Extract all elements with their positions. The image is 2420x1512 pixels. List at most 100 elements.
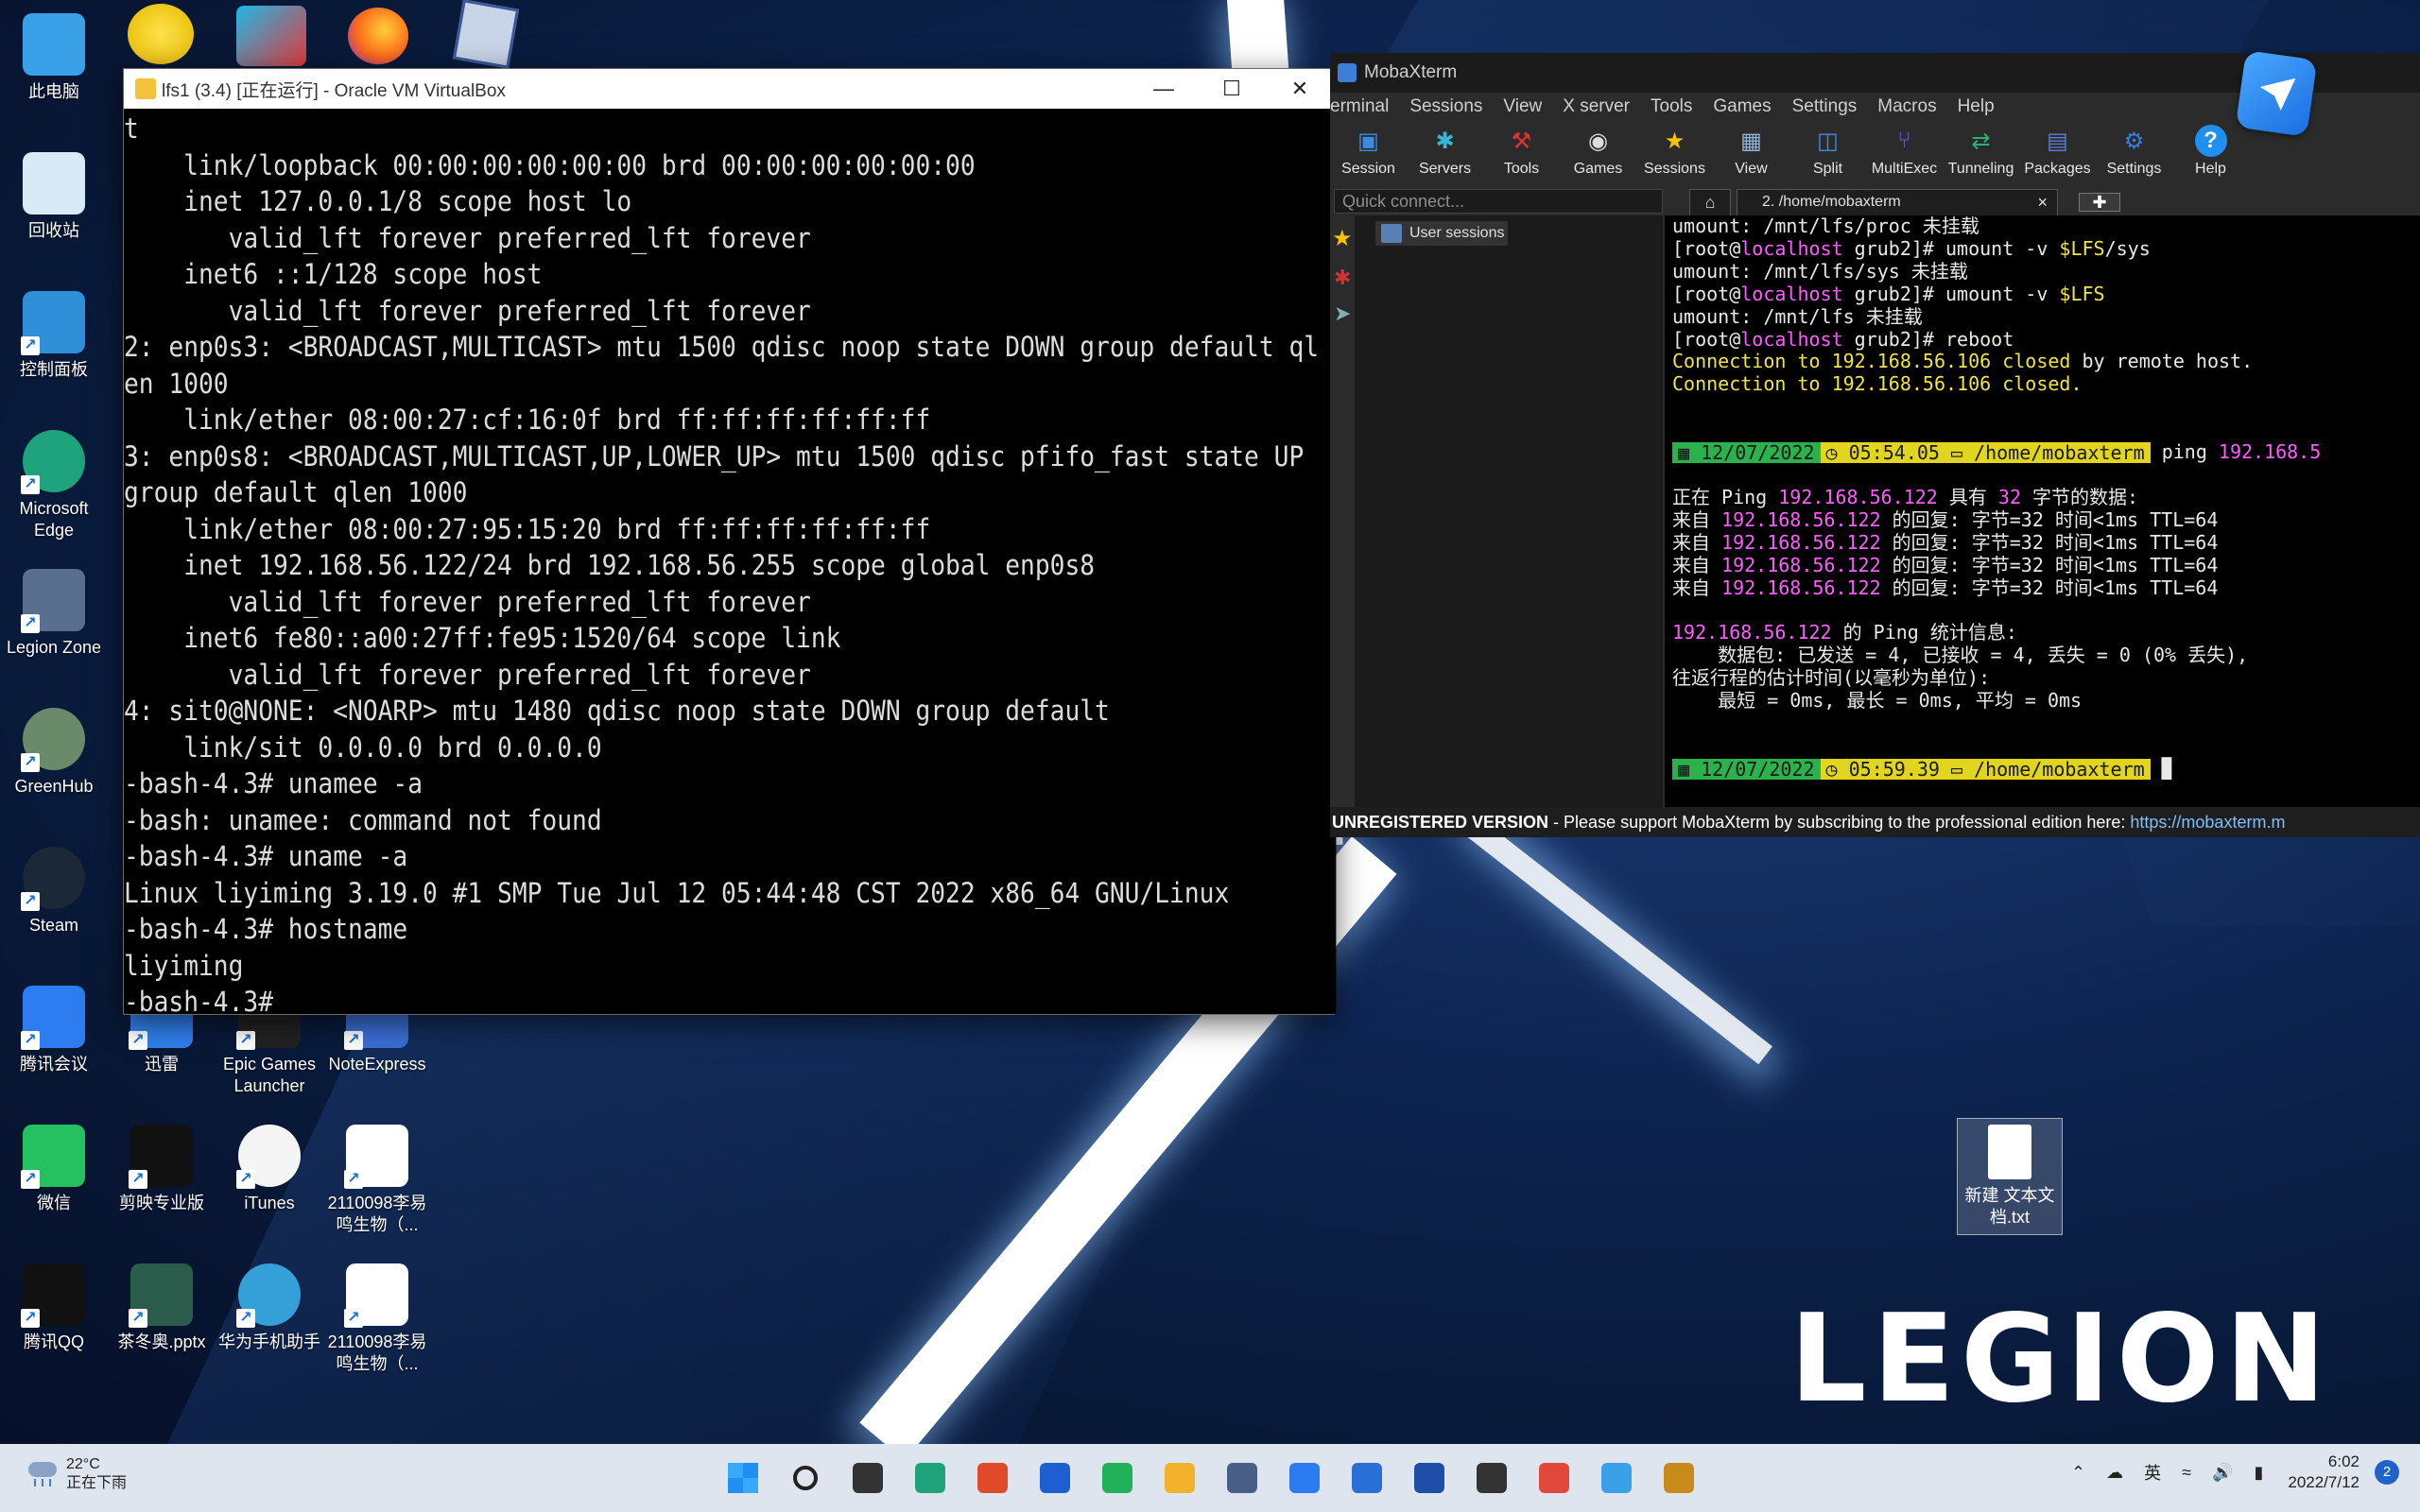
toolbar-settings-button[interactable]: ⚙ Settings [2096,125,2172,178]
desktop-icon-recycle-bin[interactable]: 回收站 [1,152,107,242]
virtualbox-app-icon [135,78,156,99]
terminal-line: Connection to 192.168.56.106 closed. [1672,372,2420,396]
console-line: -bash-4.3# hostname [124,913,408,945]
send-icon[interactable]: ➤ [1334,301,1355,326]
chevron-up-icon[interactable]: ⌃ [2071,1463,2085,1483]
toolbar-tunneling-button[interactable]: ⇄ Tunneling [1943,125,2019,178]
menu-sessions[interactable]: Sessions [1409,96,1482,117]
minimize-button[interactable]: — [1130,69,1198,109]
desktop-icon-itunes[interactable]: ↗ iTunes [216,1125,322,1214]
menu-macros[interactable]: Macros [1877,96,1936,117]
desktop-icon-word-doc[interactable]: ↗ 2110098李易鸣生物（... [324,1125,430,1236]
volume-icon[interactable]: 🔊 [2212,1463,2233,1483]
subscribe-link[interactable]: https://mobaxterm.m [2130,813,2285,832]
menu-settings[interactable]: Settings [1792,96,1858,117]
shortcut-arrow-icon: ↗ [344,1031,363,1050]
menu-tools[interactable]: Tools [1651,96,1692,117]
firefox-icon[interactable] [348,8,408,64]
desktop-icon-pdf[interactable]: ↗ 2110098李易鸣生物（... [324,1263,430,1375]
toolbar-multiexec-button[interactable]: ⑂ MultiExec [1866,125,1943,178]
wifi-icon[interactable]: ≈ [2182,1463,2191,1483]
toolbar-sessions-button[interactable]: ★ Sessions [1636,125,1713,178]
mobaxterm-terminal[interactable]: umount: /mnt/lfs/proc 未挂载 [root@localhost… [1663,215,2420,807]
menu-games[interactable]: Games [1713,96,1771,117]
file-explorer-icon[interactable] [1155,1453,1204,1503]
console-line: -bash-4.3# _ [124,986,303,1014]
tools-side-icon[interactable]: ✱ [1334,266,1355,290]
edge-taskbar-icon[interactable] [906,1453,955,1503]
weather-widget[interactable]: 22°C 正在下雨 [26,1455,127,1493]
toolbar-packages-button[interactable]: ▤ Packages [2019,125,2096,178]
desktop-icon-steam[interactable]: ↗ Steam [1,847,107,936]
new-tab-button[interactable]: ✚ [2079,193,2120,212]
toolbar-session-button[interactable]: ▣ Session [1330,125,1407,178]
menu-view[interactable]: View [1503,96,1542,117]
toolbar-label: View [1735,161,1768,177]
virtualbox-title: lfs1 (3.4) [正在运行] - Oracle VM VirtualBox [162,80,506,101]
close-button[interactable]: ✕ [1266,69,1334,109]
notepad-icon[interactable] [1592,1453,1641,1503]
desktop-icon-control-panel[interactable]: ↗ 控制面板 [1,291,107,381]
desktop-icon-tencent-meeting[interactable]: ↗ 腾讯会议 [1,986,107,1075]
game-app-icon[interactable] [1654,1453,1703,1503]
video-app-icon[interactable] [236,6,306,66]
quick-connect-input[interactable]: Quick connect... [1334,189,1663,214]
toolbar-tools-button[interactable]: ⚒ Tools [1483,125,1560,178]
tab-terminal[interactable]: 2. /home/mobaxterm × [1737,189,2058,215]
terminal-line: 往返行程的估计时间(以毫秒为单位): [1672,666,2420,690]
mobaxterm-window[interactable]: MobaXterm erminal Sessions View X server Too… [1330,53,2420,837]
menu-help[interactable]: Help [1958,96,1995,117]
toolbar-games-button[interactable]: ◉ Games [1560,125,1636,178]
menu-x-server[interactable]: X server [1563,96,1630,117]
desktop-icon-edge[interactable]: ↗ Microsoft Edge [1,430,107,541]
notification-badge[interactable]: 2 [2375,1460,2399,1485]
ime-indicator[interactable]: 英 [2144,1460,2161,1485]
clock[interactable]: 6:02 2022/7/12 [2288,1452,2360,1493]
toolbar-help-button[interactable]: ? Help [2172,125,2249,178]
console-line: group default qlen 1000 [124,476,468,508]
sessions-sidebar: ★ ✱ ➤ User sessions [1330,215,1663,807]
search-icon[interactable] [781,1453,830,1503]
word-icon[interactable] [1405,1453,1454,1503]
mobaxterm-taskbar-icon[interactable] [1467,1453,1516,1503]
git-icon[interactable] [1530,1453,1579,1503]
wechat-pay-icon[interactable] [1093,1453,1142,1503]
maximize-button[interactable]: ☐ [1198,69,1266,109]
desktop-icon-greenhub[interactable]: ↗ GreenHub [1,708,107,798]
toolbar-split-button[interactable]: ◫ Split [1789,125,1866,178]
desktop-icon-legion-zone[interactable]: ↗ Legion Zone [1,569,107,659]
feishu-icon[interactable] [1280,1453,1329,1503]
virtualbox-desktop-icon[interactable] [452,0,520,69]
music-app-icon[interactable] [128,4,194,64]
desktop-icon-huawei[interactable]: ↗ 华为手机助手 [216,1263,322,1353]
desktop-icon-computer[interactable]: 此电脑 [1,13,107,103]
bird-app-icon[interactable] [2235,50,2318,137]
pdf-icon: ↗ [344,1263,408,1328]
console-line: Linux liyiming 3.19.0 #1 SMP Tue Jul 12 … [124,876,1230,909]
menu-erminal[interactable]: erminal [1330,96,1389,117]
toolbar-servers-button[interactable]: ✱ Servers [1407,125,1483,178]
desktop-icon-jianying[interactable]: ↗ 剪映专业版 [109,1125,215,1214]
home-tab[interactable]: ⌂ [1689,189,1731,215]
folder-icon: ▭ [1950,757,1975,781]
vm-console[interactable]: t link/loopback 00:00:00:00:00:00 brd 00… [124,109,1337,1014]
wps-writer-icon[interactable] [1342,1453,1392,1503]
store-icon[interactable] [968,1453,1017,1503]
lenovo-vantage-icon[interactable] [1030,1453,1080,1503]
desktop-icon-qq[interactable]: ↗ 腾讯QQ [1,1263,107,1353]
virtualbox-titlebar[interactable]: lfs1 (3.4) [正在运行] - Oracle VM VirtualBox… [124,69,1334,109]
close-tab-icon[interactable]: × [2037,190,2048,215]
user-sessions-item[interactable]: User sessions [1375,221,1508,246]
desktop-icon-wechat[interactable]: ↗ 微信 [1,1125,107,1214]
desktop-file-new-text[interactable]: 新建 文本文档.txt [1957,1118,2063,1235]
cloud-icon[interactable]: ☁ [2106,1463,2123,1483]
windows-start-icon[interactable] [718,1453,768,1503]
virtualbox-taskbar-icon[interactable] [1218,1453,1267,1503]
prompt-time-segment: ◷ 05:59.39 [1820,758,1945,780]
task-view-icon[interactable] [843,1453,892,1503]
battery-icon[interactable]: ▮ [2254,1463,2263,1483]
virtualbox-window[interactable]: lfs1 (3.4) [正在运行] - Oracle VM VirtualBox… [123,68,1337,1015]
desktop-icon-pptx[interactable]: ↗ 茶冬奥.pptx [109,1263,215,1353]
star-icon[interactable]: ★ [1332,225,1355,252]
toolbar-view-button[interactable]: ▦ View [1713,125,1789,178]
